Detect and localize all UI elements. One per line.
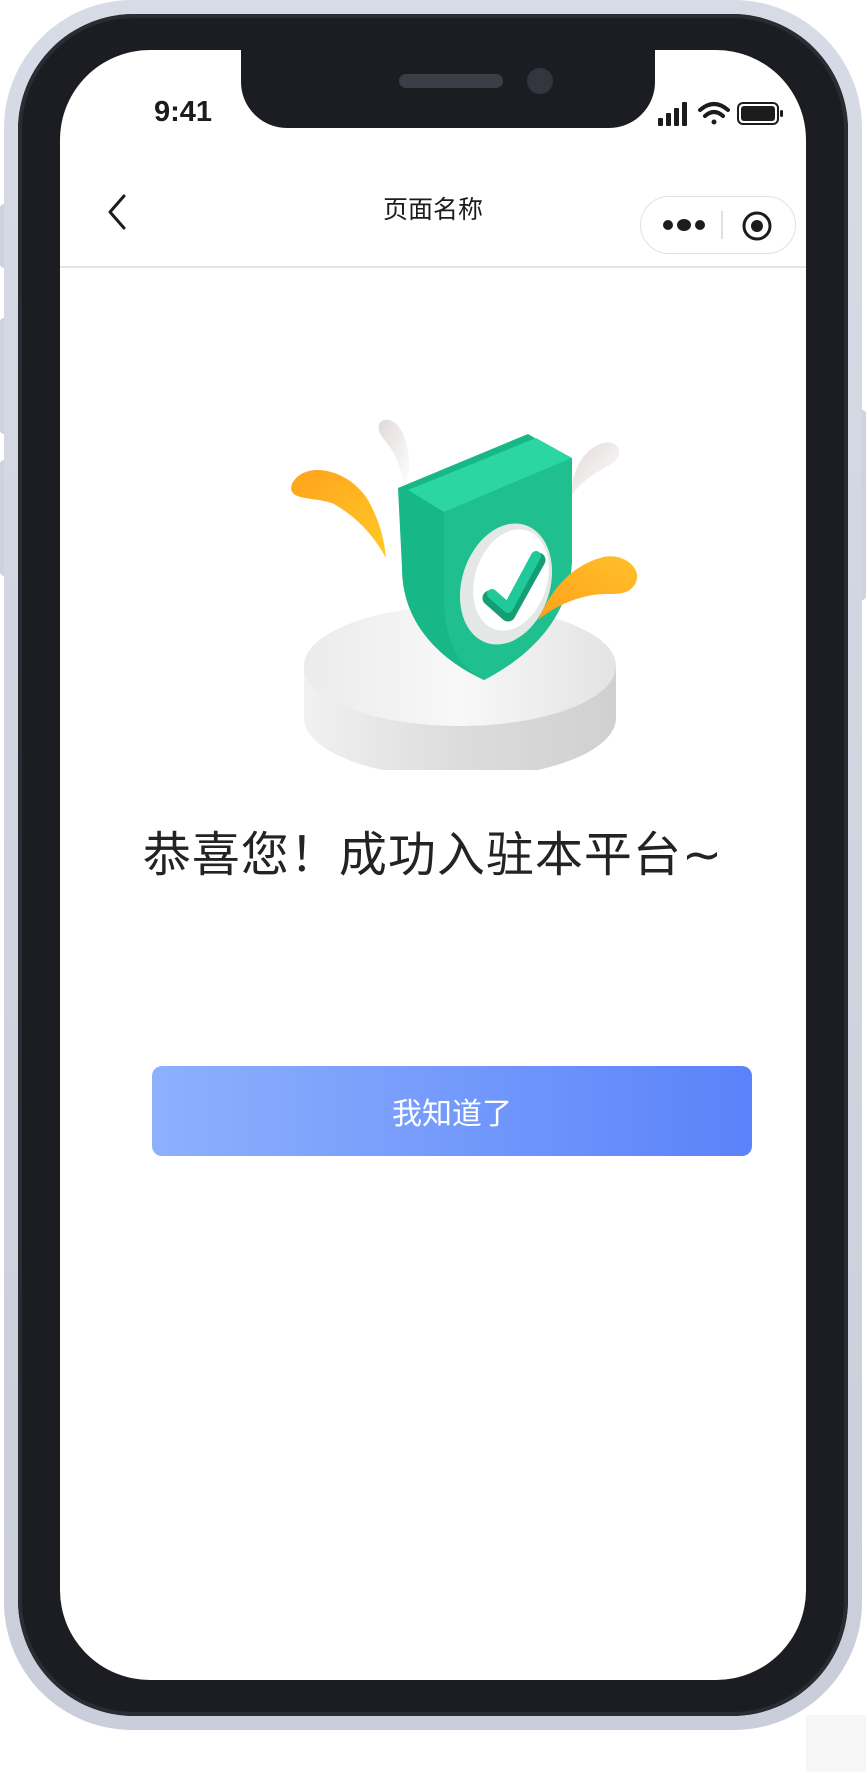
status-icons [656,100,786,128]
more-button[interactable] [659,207,709,243]
back-button[interactable] [96,190,140,234]
splash-left-graphic [291,470,386,558]
page-title: 页面名称 [382,195,483,224]
signal-icon [658,102,687,126]
phone-screen: 9:41 页面名称 恭喜您！成功入驻本平台~ 我知道了 [60,50,806,1680]
feather-right-graphic [570,442,620,498]
phone-body: 9:41 页面名称 恭喜您！成功入驻本平台~ 我知道了 [18,14,848,1716]
success-message: 恭喜您！成功入驻本平台~ [142,827,724,883]
capsule-divider [721,211,723,239]
phone-frame: 9:41 页面名称 恭喜您！成功入驻本平台~ 我知道了 [4,0,862,1730]
mini-program-capsule [640,196,796,254]
more-dots-icon [663,219,705,231]
success-illustration [268,380,668,778]
feather-left-graphic [378,419,410,490]
navigation-bar: 页面名称 [60,158,806,268]
battery-icon [737,102,783,125]
front-camera [527,68,553,94]
chevron-left-icon [108,194,126,230]
status-time: 9:41 [153,96,213,128]
acknowledge-button[interactable]: 我知道了 [152,1066,752,1156]
wifi-icon [698,102,730,125]
speaker-grille [399,74,503,88]
capsule-close-button[interactable] [739,209,775,243]
background-strip [806,1715,866,1772]
phone-notch [241,50,655,128]
capsule-close-icon [742,211,772,241]
